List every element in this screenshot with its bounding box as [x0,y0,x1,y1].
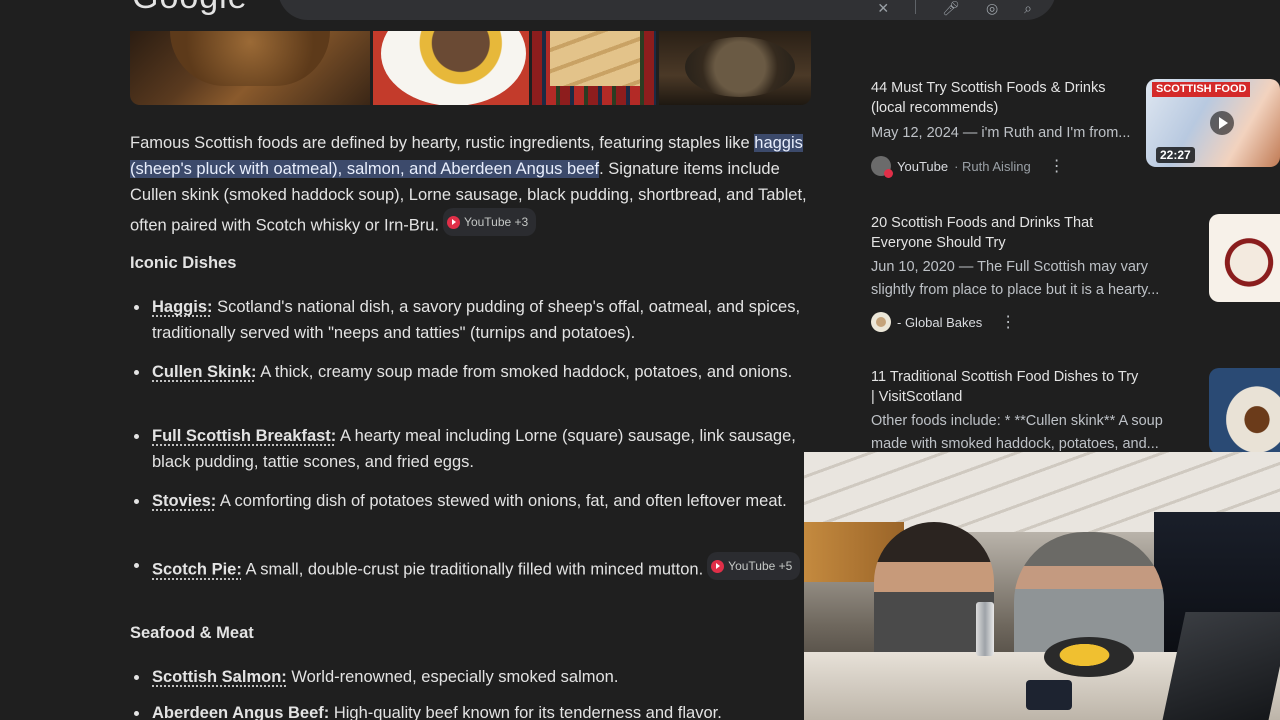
article-thumbnail[interactable] [1209,368,1280,454]
lens-icon[interactable]: ◎ [986,0,998,17]
source-chip-label: YouTube +3 [464,215,529,229]
list-item-text: A thick, creamy soup made from smoked ha… [256,363,793,381]
list-item: Aberdeen Angus Beef: High-quality beef k… [130,700,722,720]
source-title[interactable]: 20 Scottish Foods and Drinks That Everyo… [871,213,1141,253]
intro-paragraph: Famous Scottish foods are defined by hea… [130,130,810,239]
list-item: Full Scottish Breakfast: A hearty meal i… [130,423,810,475]
section-heading-seafood-meat: Seafood & Meat [130,624,254,642]
intro-text-start: Famous Scottish foods are defined by hea… [130,134,755,152]
drink-can [976,602,994,656]
webcam-overlay [804,452,1280,720]
list-item: Stovies: A comforting dish of potatoes s… [130,488,787,514]
source-site: - Global Bakes [897,314,983,330]
haggis-photo[interactable] [130,31,370,105]
source-chip[interactable]: YouTube +5 [707,552,801,580]
list-item-text: World-renowned, especially smoked salmon… [286,668,619,686]
youtube-icon [711,559,725,573]
more-options-icon[interactable]: ⋮ [1049,156,1065,176]
food-plate [1044,637,1134,677]
list-item-term[interactable]: Scottish Salmon: [152,668,287,686]
google-logo[interactable]: Google [132,0,248,17]
youtube-icon [447,215,461,229]
list-item-text: High-quality beef known for its tenderne… [329,704,722,720]
list-item-text: A comforting dish of potatoes stewed wit… [216,492,787,510]
shortbread-tartan-photo[interactable] [532,31,656,105]
image-strip [130,31,811,105]
list-item-term[interactable]: Cullen Skink: [152,363,257,381]
list-item-text: A small, double-crust pie traditionally … [241,560,704,579]
search-icon[interactable]: ⌕ [1024,0,1032,17]
section-heading-iconic-dishes: Iconic Dishes [130,254,237,272]
source-channel: · Ruth Aisling [954,158,1031,174]
list-item: Haggis: Scotland's national dish, a savo… [130,294,810,346]
ai-overview-summary: Famous Scottish foods are defined by hea… [130,130,810,239]
stew-pot-photo[interactable] [659,31,811,105]
search-divider [915,0,917,14]
close-icon[interactable]: ✕ [877,0,889,17]
list-item-term[interactable]: Stovies: [152,492,216,510]
search-bar[interactable]: ✕ 🎤︎ ◎ ⌕ [278,0,1056,20]
list-item-term[interactable]: Scotch Pie: [152,561,242,579]
haggis-neeps-plate-photo[interactable] [373,31,529,105]
source-title[interactable]: 11 Traditional Scottish Food Dishes to T… [871,367,1141,407]
avatar [871,312,891,332]
list-item-term[interactable]: Full Scottish Breakfast: [152,427,336,445]
avatar [871,156,893,178]
list-item: Scotch Pie: A small, double-crust pie tr… [130,552,801,583]
source-title[interactable]: 44 Must Try Scottish Foods & Drinks (loc… [871,78,1141,118]
source-snippet: May 12, 2024 — i'm Ruth and I'm from... [871,125,1131,141]
list-item: Cullen Skink: A thick, creamy soup made … [130,359,792,385]
list-item-text: Scotland's national dish, a savory puddi… [152,298,801,342]
microphone-icon[interactable]: 🎤︎ [942,0,960,17]
list-item-term[interactable]: Haggis: [152,298,213,316]
list-item-term[interactable]: Aberdeen Angus Beef: [152,704,329,720]
video-thumbnail[interactable]: SCOTTISH FOOD 22:27 [1146,79,1280,167]
sources-panel: 44 Must Try Scottish Foods & Drinks (loc… [854,64,1280,454]
source-snippet: Jun 10, 2020 — The Full Scottish may var… [871,259,1160,298]
video-duration: 22:27 [1156,147,1195,163]
list-item: Scottish Salmon: World-renowned, especia… [130,664,618,690]
source-snippet: Other foods include: * **Cullen skink** … [871,413,1163,452]
search-bar-icons: ✕ 🎤︎ ◎ ⌕ [877,0,1032,17]
more-options-icon[interactable]: ⋮ [1000,312,1016,332]
source-chip-label: YouTube +5 [728,559,793,573]
source-site: YouTube [897,158,949,174]
play-icon[interactable] [1210,111,1234,135]
source-chip[interactable]: YouTube +3 [443,208,537,236]
thumbnail-badge: SCOTTISH FOOD [1152,82,1251,97]
article-thumbnail[interactable] [1209,214,1280,302]
source-meta: - Global Bakes ⋮ [871,312,1016,332]
source-meta: YouTube · Ruth Aisling ⋮ [871,156,1065,178]
phone [1026,680,1072,710]
